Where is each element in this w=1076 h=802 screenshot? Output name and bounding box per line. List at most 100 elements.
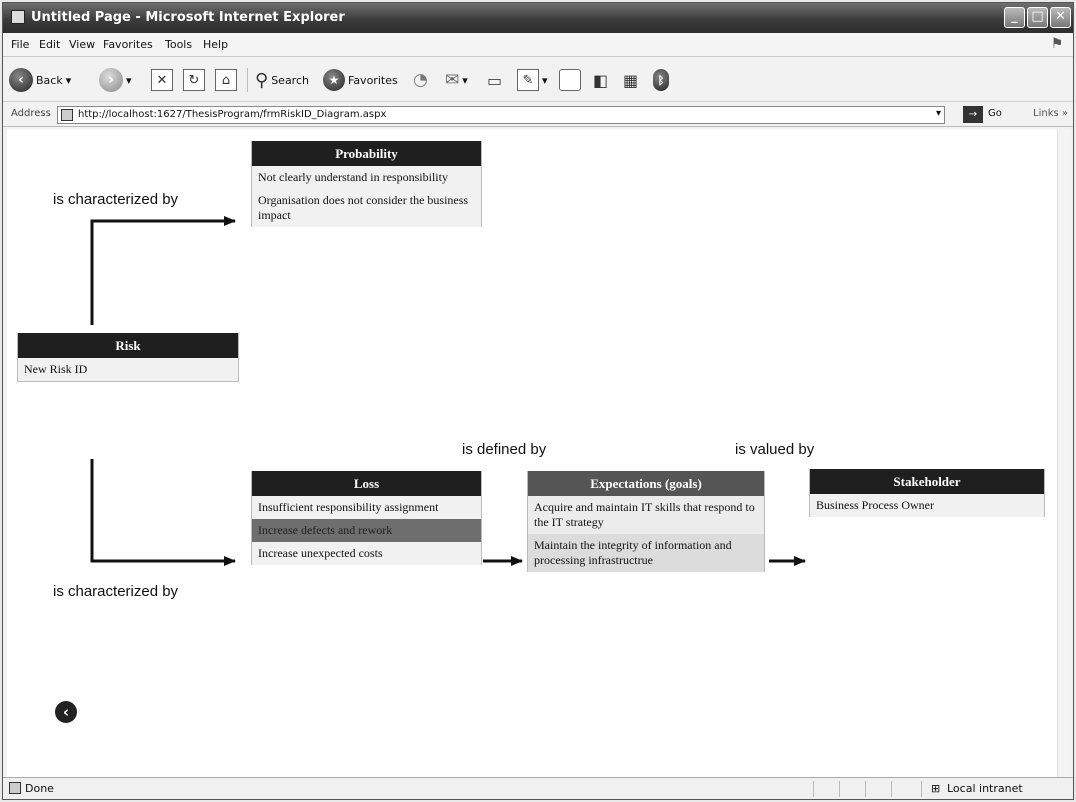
menu-edit[interactable]: Edit xyxy=(39,38,60,51)
favorites-label: Favorites xyxy=(348,73,398,87)
address-input[interactable]: http://localhost:1627/ThesisProgram/frmR… xyxy=(57,106,945,124)
label-characterized-bottom: is characterized by xyxy=(53,583,179,600)
status-separator xyxy=(921,781,922,797)
label-defined-by: is defined by xyxy=(462,441,547,458)
home-button[interactable]: ⌂ xyxy=(215,66,237,94)
stakeholder-row[interactable]: Business Process Owner xyxy=(810,494,1044,517)
label-characterized-top: is characterized by xyxy=(53,191,179,208)
loss-row[interactable]: Insufficient responsibility assignment xyxy=(252,496,481,519)
arrow-risk-to-probability xyxy=(90,216,236,325)
address-label: Address xyxy=(11,108,51,119)
print-icon: ▭ xyxy=(487,70,503,90)
menu-bar: File Edit View Favorites Tools Help ⚑ xyxy=(3,33,1073,57)
expectations-row[interactable]: Maintain the integrity of information an… xyxy=(528,534,764,572)
entity-stakeholder-title: Stakeholder xyxy=(810,469,1044,494)
menu-favorites[interactable]: Favorites xyxy=(103,38,153,51)
history-icon: ◔ xyxy=(413,70,428,90)
edit-dropdown-icon[interactable]: ▾ xyxy=(542,74,548,87)
forward-icon: › xyxy=(99,68,123,92)
status-separator xyxy=(839,781,840,797)
toolbar-separator xyxy=(247,68,248,92)
discuss-button[interactable] xyxy=(559,66,581,94)
menu-help[interactable]: Help xyxy=(203,38,228,51)
arrow-risk-to-loss xyxy=(90,459,236,566)
mail-button[interactable]: ✉ ▾ xyxy=(445,66,468,94)
label-valued-by: is valued by xyxy=(735,441,815,458)
address-bar: Address http://localhost:1627/ThesisProg… xyxy=(3,103,1073,127)
close-button[interactable]: ✕ xyxy=(1050,7,1071,28)
print-button[interactable]: ▭ xyxy=(487,66,502,94)
expectations-row[interactable]: Acquire and maintain IT skills that resp… xyxy=(528,496,764,534)
ie-icon xyxy=(11,10,25,24)
refresh-icon: ↻ xyxy=(183,69,205,91)
status-separator xyxy=(813,781,814,797)
edit-icon: ✎ xyxy=(517,69,539,91)
entity-risk: Risk New Risk ID xyxy=(17,333,239,382)
refresh-button[interactable]: ↻ xyxy=(183,66,205,94)
go-arrow-icon[interactable]: → xyxy=(963,106,983,123)
security-zone: Local intranet xyxy=(947,782,1023,795)
probability-row[interactable]: Not clearly understand in responsibility xyxy=(252,166,481,189)
address-url: http://localhost:1627/ThesisProgram/frmR… xyxy=(78,109,387,120)
back-button[interactable]: ‹ Back ▾ xyxy=(9,66,71,94)
entity-probability: Probability Not clearly understand in re… xyxy=(251,141,482,227)
forward-button[interactable]: › ▾ xyxy=(99,66,132,94)
home-icon: ⌂ xyxy=(215,69,237,91)
research-button[interactable]: ▦ xyxy=(623,66,638,94)
address-dropdown-icon[interactable]: ▾ xyxy=(936,108,941,119)
menu-tools[interactable]: Tools xyxy=(165,38,192,51)
mail-icon: ✉ xyxy=(445,70,460,90)
discuss-icon xyxy=(559,69,581,91)
window-title: Untitled Page - Microsoft Internet Explo… xyxy=(31,10,345,25)
links-button[interactable]: Links » xyxy=(1033,108,1068,119)
favorites-star-icon: ★ xyxy=(323,69,345,91)
bluetooth-button[interactable]: ᛒ xyxy=(653,66,669,94)
status-separator xyxy=(865,781,866,797)
entity-loss-title: Loss xyxy=(252,471,481,496)
browser-window: Untitled Page - Microsoft Internet Explo… xyxy=(2,2,1074,800)
back-icon: ‹ xyxy=(9,68,33,92)
menu-file[interactable]: File xyxy=(11,38,29,51)
stop-button[interactable]: ✕ xyxy=(151,66,173,94)
title-bar: Untitled Page - Microsoft Internet Explo… xyxy=(3,3,1073,33)
favorites-button[interactable]: ★ Favorites xyxy=(323,66,398,94)
messenger-icon: ◧ xyxy=(593,70,609,90)
status-separator xyxy=(891,781,892,797)
search-label: Search xyxy=(271,73,309,87)
page-content: is characterized by is characterized by … xyxy=(7,129,1071,777)
entity-probability-title: Probability xyxy=(252,141,481,166)
research-icon: ▦ xyxy=(623,70,639,90)
history-button[interactable]: ◔ xyxy=(413,66,428,94)
search-icon: ⚲ xyxy=(255,69,269,91)
back-arrow-icon[interactable]: ‹ xyxy=(55,701,77,723)
minimize-button[interactable]: _ xyxy=(1004,7,1025,28)
risk-row[interactable]: New Risk ID xyxy=(18,358,238,381)
loss-row-selected[interactable]: Increase defects and rework xyxy=(252,519,481,542)
status-bar: Done ⊞ Local intranet xyxy=(3,777,1073,799)
entity-loss: Loss Insufficient responsibility assignm… xyxy=(251,471,482,565)
entity-expectations: Expectations (goals) Acquire and maintai… xyxy=(527,471,765,572)
stop-icon: ✕ xyxy=(151,69,173,91)
windows-flag-icon: ⚑ xyxy=(1050,36,1064,52)
maximize-button[interactable]: □ xyxy=(1027,7,1048,28)
messenger-button[interactable]: ◧ xyxy=(593,66,608,94)
vertical-scrollbar[interactable] xyxy=(1057,129,1071,777)
forward-dropdown-icon[interactable]: ▾ xyxy=(126,74,132,87)
entity-expectations-title: Expectations (goals) xyxy=(528,471,764,496)
page-icon xyxy=(61,109,73,121)
entity-risk-title: Risk xyxy=(18,333,238,358)
toolbar: ‹ Back ▾ › ▾ ✕ ↻ ⌂ ⚲ Search ★ Favorites … xyxy=(3,58,1073,102)
page-done-icon xyxy=(9,782,21,794)
edit-button[interactable]: ✎ ▾ xyxy=(517,66,548,94)
status-text: Done xyxy=(25,782,54,795)
entity-stakeholder: Stakeholder Business Process Owner xyxy=(809,469,1045,517)
back-dropdown-icon[interactable]: ▾ xyxy=(66,74,72,87)
mail-dropdown-icon[interactable]: ▾ xyxy=(462,74,468,87)
bluetooth-icon: ᛒ xyxy=(653,69,669,91)
back-label: Back xyxy=(36,73,63,87)
go-button[interactable]: Go xyxy=(988,108,1002,119)
loss-row[interactable]: Increase unexpected costs xyxy=(252,542,481,565)
search-button[interactable]: ⚲ Search xyxy=(255,66,309,94)
probability-row[interactable]: Organisation does not consider the busin… xyxy=(252,189,481,227)
menu-view[interactable]: View xyxy=(69,38,95,51)
